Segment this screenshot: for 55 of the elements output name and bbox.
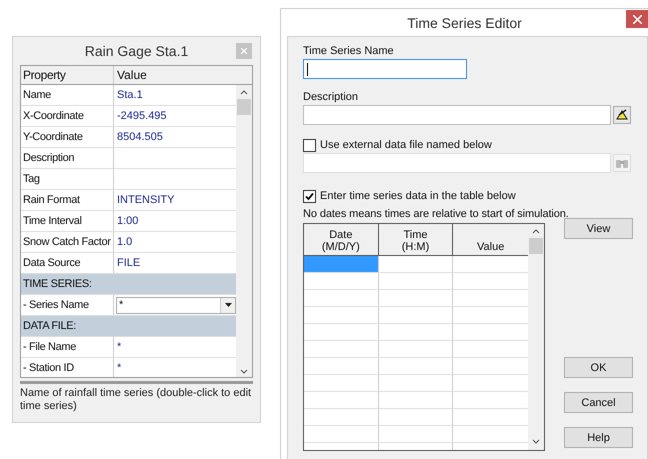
note-text: No dates means times are relative to start of simulation. xyxy=(303,208,569,220)
dropdown[interactable]: * xyxy=(116,296,236,314)
close-button[interactable] xyxy=(626,10,648,28)
checkbox[interactable] xyxy=(303,138,316,152)
checkbox-label: Use external data file named below xyxy=(320,139,492,151)
section-header: TIME SERIES: xyxy=(22,277,93,292)
column-header[interactable]: Value xyxy=(114,66,252,84)
pencil-icon xyxy=(615,108,629,121)
property-value[interactable]: -2495.495 xyxy=(117,110,167,122)
property-value[interactable]: FILE xyxy=(117,257,140,269)
dialog-button[interactable]: Help xyxy=(564,427,633,448)
property-name: Tag xyxy=(21,169,114,189)
property-name: Rain Format xyxy=(21,190,114,210)
property-value[interactable]: 1:00 xyxy=(117,215,138,227)
edit-button[interactable] xyxy=(613,106,631,124)
property-name: Name xyxy=(21,85,114,105)
close-icon xyxy=(632,14,642,24)
checkbox-label: Enter time series data in the table below xyxy=(320,190,516,202)
dialog-button[interactable]: View xyxy=(564,218,633,239)
property-value[interactable]: * xyxy=(117,341,122,353)
property-value[interactable]: 1.0 xyxy=(117,236,132,248)
property-name: X-Coordinate xyxy=(21,106,114,126)
column-header[interactable]: Time (H:M) xyxy=(378,224,454,255)
property-name: Description xyxy=(21,148,114,168)
property-name: - Station ID xyxy=(21,358,114,377)
caret-icon xyxy=(224,303,232,307)
field-label: Time Series Name xyxy=(303,45,395,58)
property-value[interactable]: INTENSITY xyxy=(117,194,174,206)
property-value[interactable]: Sta.1 xyxy=(117,89,143,101)
property-name: - Series Name xyxy=(21,295,114,315)
property-name: - File Name xyxy=(21,337,114,357)
column-header[interactable]: Property xyxy=(21,66,114,84)
table-cell[interactable] xyxy=(304,256,379,272)
scrollbar[interactable] xyxy=(528,224,544,450)
property-name: Y-Coordinate xyxy=(21,127,114,147)
property-value[interactable]: * xyxy=(117,362,122,374)
checkbox[interactable] xyxy=(303,190,316,202)
browse-button[interactable] xyxy=(613,154,631,172)
property-name: Snow Catch Factor xyxy=(21,232,114,252)
column-header[interactable]: Value xyxy=(453,224,528,255)
status-text: Name of rainfall time series (double-click to edit time series) xyxy=(20,381,253,413)
property-name: Time Interval xyxy=(21,211,114,231)
dialog-button[interactable]: OK xyxy=(564,357,633,378)
scrollbar[interactable] xyxy=(236,85,252,377)
window-title: Time Series Editor xyxy=(407,14,522,30)
field-label: Description xyxy=(303,91,360,104)
close-icon xyxy=(241,48,247,54)
property-value[interactable]: 8504.505 xyxy=(117,131,163,143)
window-title: Rain Gage Sta.1 xyxy=(84,42,188,58)
input-field[interactable] xyxy=(303,105,611,125)
property-name: Data Source xyxy=(21,253,114,273)
input-field[interactable] xyxy=(303,59,467,79)
section-header: DATA FILE: xyxy=(22,319,77,334)
dialog-button[interactable]: Cancel xyxy=(564,392,633,413)
column-header[interactable]: Date (M/D/Y) xyxy=(304,224,379,255)
